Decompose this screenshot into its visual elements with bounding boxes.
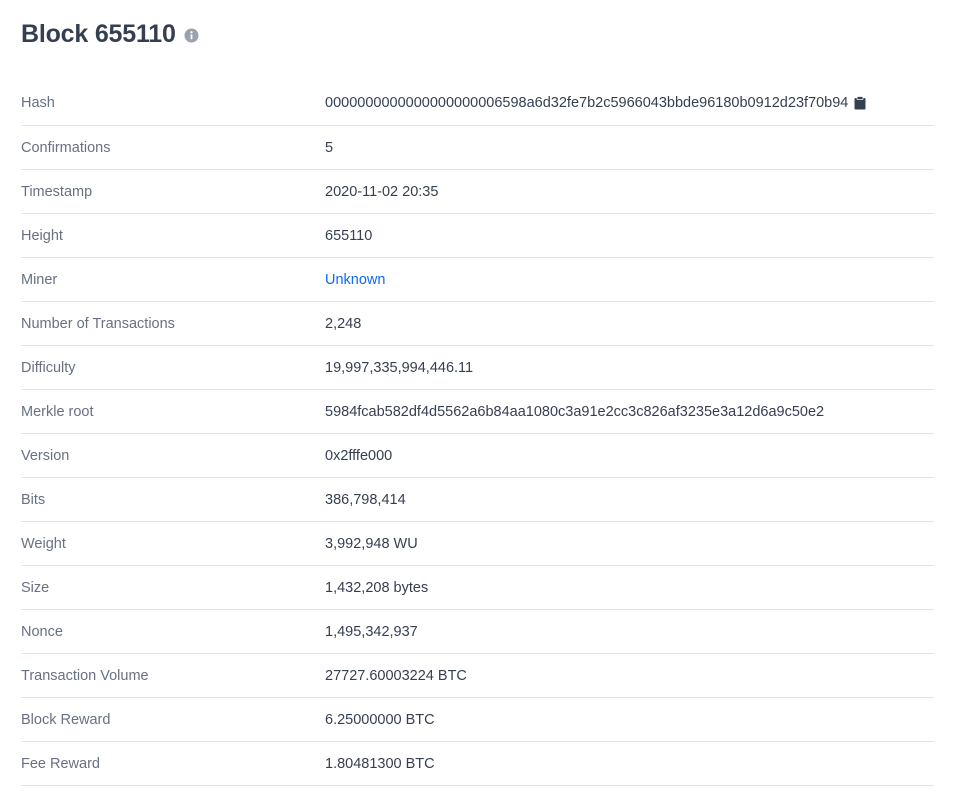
detail-label: Hash xyxy=(21,95,55,111)
detail-value: 1.80481300 BTC xyxy=(325,755,435,772)
detail-row-transaction-volume: Transaction Volume 27727.60003224 BTC xyxy=(21,654,934,698)
detail-label: Version xyxy=(21,447,70,464)
detail-label: Fee Reward xyxy=(21,755,100,772)
block-details-table: Hash 0000000000000000000006598a6d32fe7b2… xyxy=(21,81,934,786)
info-icon[interactable] xyxy=(184,28,199,43)
detail-row-merkle-root: Merkle root 5984fcab582df4d5562a6b84aa10… xyxy=(21,390,934,434)
page-title: Block 655110 xyxy=(21,19,176,48)
detail-row-miner: Miner Unknown xyxy=(21,258,934,302)
detail-value: 19,997,335,994,446.11 xyxy=(325,359,474,376)
detail-value: 0x2fffe000 xyxy=(325,447,393,464)
detail-label: Timestamp xyxy=(21,183,93,200)
detail-label: Size xyxy=(21,579,50,596)
page-header: Block 655110 xyxy=(21,17,199,51)
detail-row-weight: Weight 3,992,948 WU xyxy=(21,522,934,566)
detail-value: 5984fcab582df4d5562a6b84aa1080c3a91e2cc3… xyxy=(325,403,825,420)
miner-link[interactable]: Unknown xyxy=(325,272,385,288)
detail-value: 2020-11-02 20:35 xyxy=(325,183,439,200)
detail-value: 2,248 xyxy=(325,315,362,332)
detail-value: 3,992,948 WU xyxy=(325,535,418,552)
detail-row-hash: Hash 0000000000000000000006598a6d32fe7b2… xyxy=(21,81,934,126)
detail-row-version: Version 0x2fffe000 xyxy=(21,434,934,478)
detail-row-block-reward: Block Reward 6.25000000 BTC xyxy=(21,698,934,742)
detail-label: Number of Transactions xyxy=(21,315,175,332)
detail-value: 1,432,208 bytes xyxy=(325,579,429,596)
detail-label: Bits xyxy=(21,491,46,508)
detail-row-confirmations: Confirmations 5 xyxy=(21,126,934,170)
detail-label: Transaction Volume xyxy=(21,667,149,684)
hash-value: 0000000000000000000006598a6d32fe7b2c5966… xyxy=(325,95,849,111)
detail-label: Weight xyxy=(21,535,66,552)
detail-label: Nonce xyxy=(21,623,63,640)
detail-label: Block Reward xyxy=(21,711,111,728)
detail-row-difficulty: Difficulty 19,997,335,994,446.11 xyxy=(21,346,934,390)
detail-row-nonce: Nonce 1,495,342,937 xyxy=(21,610,934,654)
detail-value: 27727.60003224 BTC xyxy=(325,667,467,684)
detail-label: Confirmations xyxy=(21,139,111,156)
detail-label: Height xyxy=(21,227,63,244)
detail-row-size: Size 1,432,208 bytes xyxy=(21,566,934,610)
detail-row-fee-reward: Fee Reward 1.80481300 BTC xyxy=(21,742,934,786)
detail-value: 386,798,414 xyxy=(325,491,406,508)
detail-label: Miner xyxy=(21,271,58,288)
detail-value: 6.25000000 BTC xyxy=(325,711,435,728)
detail-label: Merkle root xyxy=(21,403,94,420)
detail-value: 1,495,342,937 xyxy=(325,623,418,640)
detail-value: 5 xyxy=(325,139,334,156)
detail-value: 655110 xyxy=(325,227,373,244)
detail-row-bits: Bits 386,798,414 xyxy=(21,478,934,522)
detail-label: Difficulty xyxy=(21,359,76,376)
detail-row-transactions: Number of Transactions 2,248 xyxy=(21,302,934,346)
detail-row-height: Height 655110 xyxy=(21,214,934,258)
clipboard-icon[interactable] xyxy=(854,96,866,110)
detail-row-timestamp: Timestamp 2020-11-02 20:35 xyxy=(21,170,934,214)
detail-value-hash: 0000000000000000000006598a6d32fe7b2c5966… xyxy=(325,95,866,111)
